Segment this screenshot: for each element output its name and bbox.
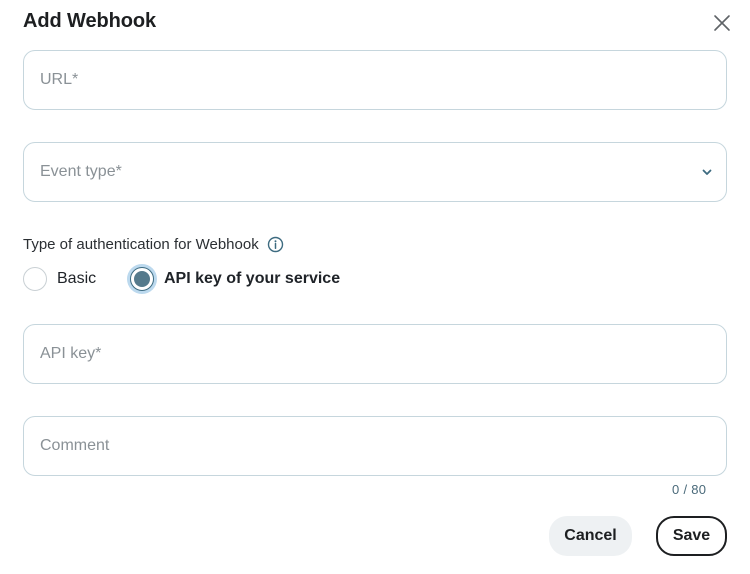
api-key-input[interactable]: API key*: [23, 324, 727, 384]
radio-option-basic[interactable]: Basic: [23, 267, 96, 291]
save-button[interactable]: Save: [656, 516, 727, 556]
radio-basic[interactable]: [23, 267, 47, 291]
radio-option-api-key[interactable]: API key of your service: [130, 267, 340, 291]
event-type-select[interactable]: Event type*: [23, 142, 727, 202]
comment-char-counter: 0 / 80: [672, 482, 707, 497]
dialog-title: Add Webhook: [23, 10, 156, 32]
url-placeholder: URL*: [40, 71, 79, 88]
close-icon[interactable]: [711, 12, 733, 34]
info-icon[interactable]: [267, 236, 284, 253]
comment-placeholder: Comment: [40, 437, 110, 454]
comment-input[interactable]: Comment: [23, 416, 727, 476]
auth-type-label-text: Type of authentication for Webhook: [23, 236, 259, 253]
auth-type-label: Type of authentication for Webhook: [23, 236, 284, 253]
api-key-placeholder: API key*: [40, 345, 102, 362]
chevron-down-icon: [702, 169, 712, 175]
event-type-placeholder: Event type*: [40, 163, 122, 180]
radio-api-key-label: API key of your service: [164, 270, 341, 287]
cancel-button[interactable]: Cancel: [549, 516, 632, 556]
radio-basic-label: Basic: [57, 270, 97, 287]
url-input[interactable]: URL*: [23, 50, 727, 110]
radio-api-key[interactable]: [130, 267, 154, 291]
